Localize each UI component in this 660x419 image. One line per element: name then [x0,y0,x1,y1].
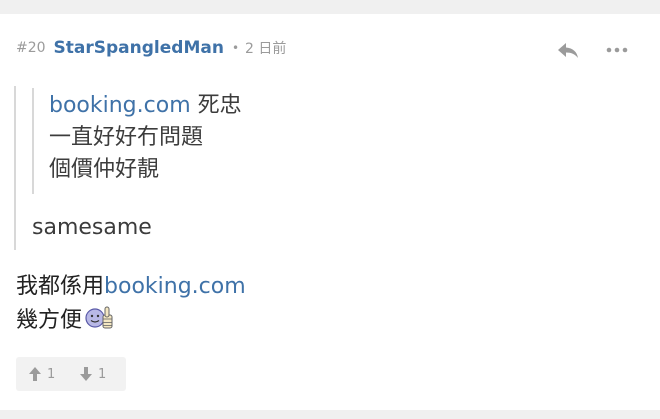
body-line-2-text: 幾方便 [16,308,83,333]
quote-line-2: 一直好好冇問題 [49,125,204,150]
quote-line-1: booking.com 死忠 [49,90,242,122]
thumbs-up-smiley-icon [85,306,113,329]
floor-number: #20 [16,40,46,56]
vote-bar: 1 1 [16,357,126,391]
body-line-1-text: 我都係用 [16,274,105,299]
downvote-count: 1 [98,366,107,382]
body-line-2: 幾方便 [16,303,114,337]
body-line-1: 我都係用booking.com [16,271,246,303]
booking-link-body[interactable]: booking.com [104,274,246,299]
quote-line-3: 個價仲好靚 [49,157,160,182]
arrow-down-icon [80,367,92,381]
more-options-icon[interactable] [605,42,629,58]
username-link[interactable]: StarSpangledMan [54,38,224,58]
post-time: 2 日前 [245,41,287,57]
downvote-button[interactable]: 1 [79,357,106,391]
reply-icon[interactable] [556,40,580,60]
separator-dot: • [231,41,240,55]
comment-card: #20 StarSpangledMan • 2 日前 booking.com 死… [0,14,660,410]
upvote-button[interactable]: 1 [28,357,55,391]
quote-line-1-text: 死忠 [190,93,242,118]
outer-quote-text: samesame [32,215,152,240]
comment-header: #20 StarSpangledMan • 2 日前 [16,36,286,60]
arrow-up-icon [29,367,41,381]
upvote-count: 1 [47,366,56,382]
booking-link-quote[interactable]: booking.com [49,93,191,118]
